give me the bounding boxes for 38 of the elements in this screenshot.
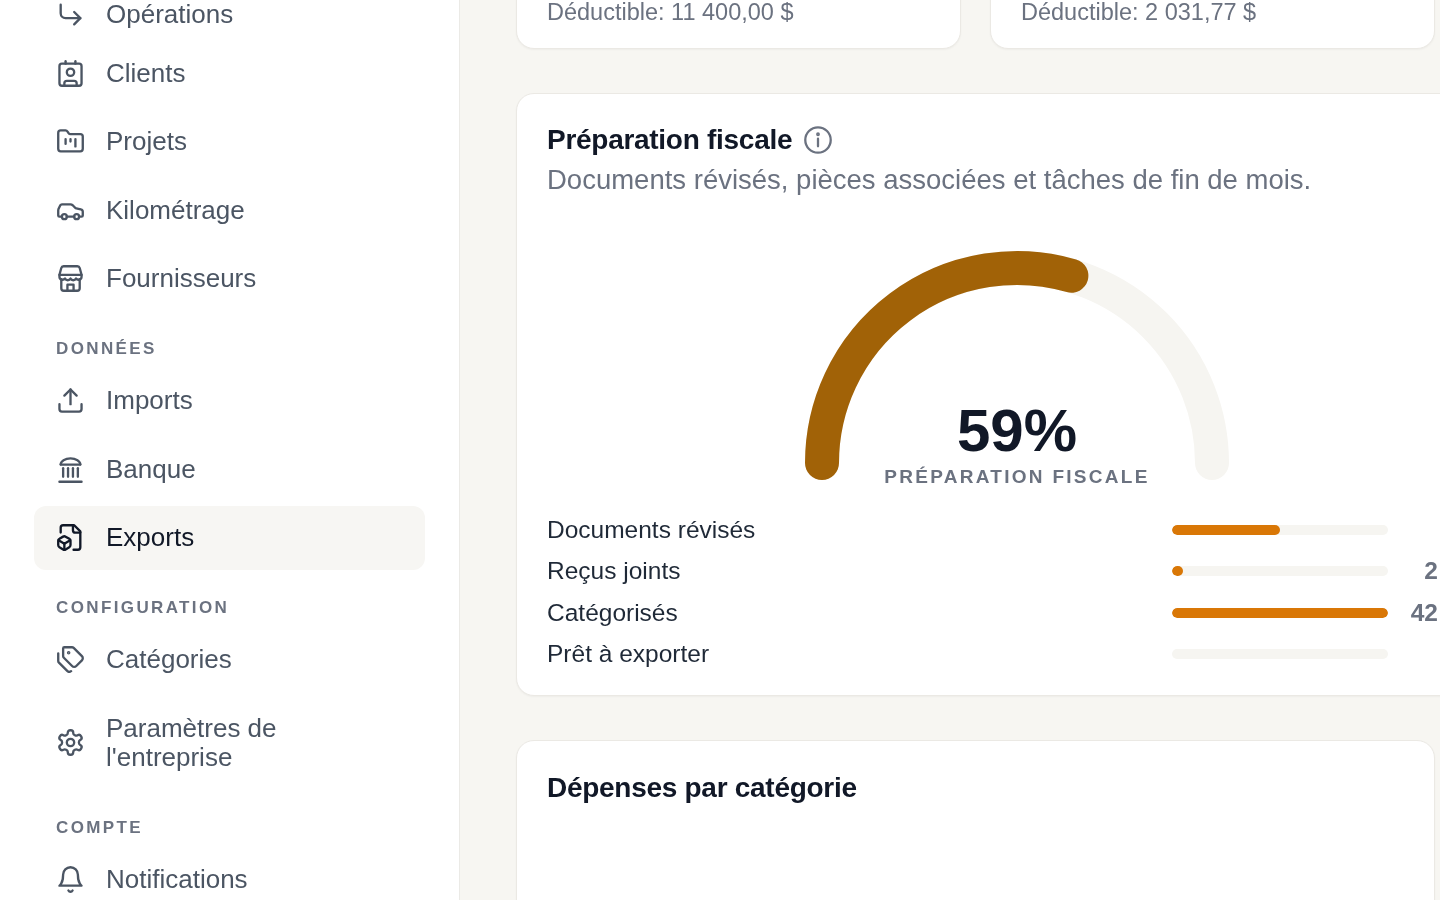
deductible-amount: Déductible: 2 031,77 $ — [1021, 0, 1258, 24]
sidebar-item[interactable]: Imports — [34, 368, 425, 433]
sidebar-item[interactable]: Opérations — [34, 0, 425, 37]
sidebar-item[interactable]: Clients — [34, 41, 425, 105]
bank-icon — [57, 455, 84, 483]
sidebar-item[interactable]: Notifications — [34, 847, 425, 900]
gauge-label: PRÉPARATION FISCALE — [884, 465, 1150, 489]
section-heading: COMPTE — [56, 817, 143, 838]
section-heading: DONNÉES — [56, 339, 157, 359]
info-icon[interactable] — [804, 126, 833, 154]
card-title: Préparation fiscale — [547, 123, 793, 157]
card-title: Dépenses par catégorie — [547, 771, 858, 805]
store-icon — [57, 265, 84, 292]
sidebar-item[interactable]: Paramètres de l'entreprise — [34, 696, 425, 789]
folder-icon — [57, 128, 84, 155]
sidebar-item[interactable]: Exports — [34, 505, 425, 570]
row-count: 2 — [1424, 556, 1438, 587]
card-subtitle: Documents révisés, pièces associées et tâches de fin de mois. — [547, 164, 1313, 196]
row-label: Catégorisés — [547, 598, 678, 626]
row-label: Documents révisés — [547, 515, 756, 543]
row-count: 42 — [1410, 597, 1438, 628]
bell-icon — [57, 865, 84, 893]
gauge-value: 59% — [956, 401, 1078, 461]
sidebar-item[interactable]: Projets — [34, 109, 425, 174]
row-label: Prêt à exporter — [547, 640, 710, 668]
deductible-amount: Déductible: 11 400,00 $ — [547, 0, 795, 24]
settings-icon — [57, 729, 84, 756]
sidebar-item[interactable]: Banque — [34, 437, 425, 501]
contact-card-icon — [57, 59, 84, 87]
upload-icon — [57, 387, 84, 414]
file-box-icon — [57, 524, 84, 551]
arrow-icon — [57, 1, 84, 28]
section-heading: CONFIGURATION — [56, 598, 230, 618]
sidebar-item[interactable]: Kilométrage — [34, 178, 425, 242]
row-label: Reçus joints — [547, 557, 681, 585]
sidebar-item[interactable]: Catégories — [34, 627, 425, 692]
sidebar-item[interactable]: Fournisseurs — [34, 246, 425, 311]
tags-icon — [57, 646, 84, 673]
